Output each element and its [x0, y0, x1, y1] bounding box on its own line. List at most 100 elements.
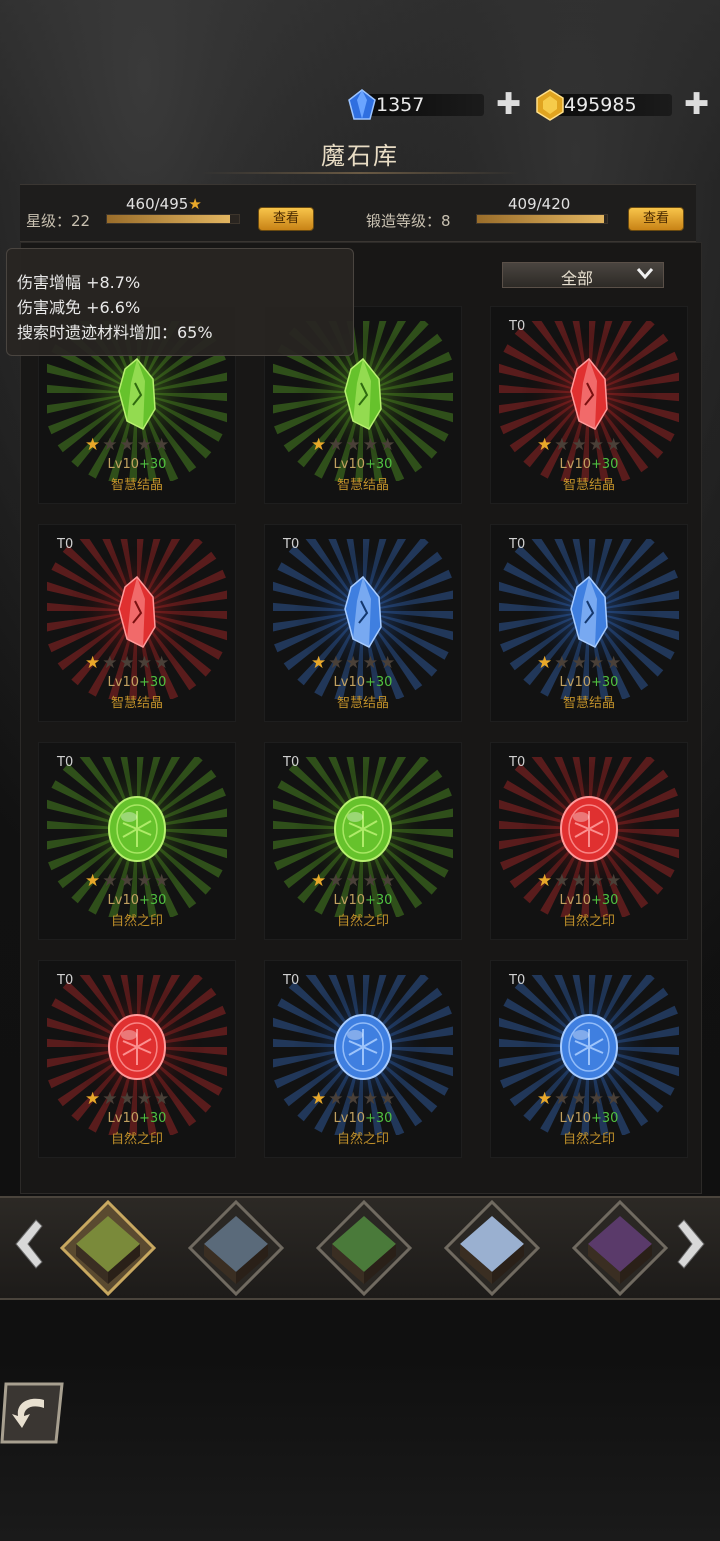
view-star-button[interactable]: 查看 — [258, 207, 314, 231]
item-name: 智慧结晶 — [562, 478, 615, 493]
forest-region-icon[interactable] — [316, 1200, 412, 1296]
star-icon: ★ — [102, 653, 120, 673]
back-arrow-icon[interactable] — [0, 1380, 66, 1446]
tier-label: T0 — [509, 537, 526, 552]
add-diamond-button[interactable]: ✚ — [496, 90, 521, 120]
diamond-currency: 1357 ✚ — [346, 89, 526, 120]
star-icon: ★ — [362, 435, 380, 455]
star-icon: ★ — [380, 871, 398, 891]
star-rating: ★★★★★ — [537, 435, 623, 455]
blue-gem-icon — [348, 89, 376, 120]
star-icon: ★ — [136, 653, 154, 673]
star-icon: ★ — [537, 871, 555, 891]
magic-stone-card[interactable]: T0 ★★★★★ Lv10+30 自然之印 — [490, 742, 688, 940]
filter-selected: 全部 — [561, 269, 594, 288]
magic-stone-card[interactable]: T0 ★★★★★ Lv10+30 智慧结晶 — [490, 524, 688, 722]
magic-stone-card[interactable]: T0 ★★★★★ Lv10+30 自然之印 — [490, 960, 688, 1158]
star-icon: ★ — [102, 1089, 120, 1109]
diamond-count: 1357 — [376, 94, 425, 116]
star-icon: ★ — [328, 435, 346, 455]
star-icon: ★ — [537, 1089, 555, 1109]
star-rating: ★★★★★ — [85, 871, 171, 891]
town-region-icon[interactable] — [188, 1200, 284, 1296]
filter-dropdown[interactable]: 全部 — [502, 262, 664, 288]
item-name: 自然之印 — [110, 1132, 163, 1147]
star-icon: ★ — [571, 653, 589, 673]
tooltip-line: 伤害减免 +6.6% — [17, 298, 141, 317]
magic-stone-card[interactable]: T0 ★★★★★ Lv10+30 自然之印 — [38, 742, 236, 940]
star-icon: ★ — [154, 871, 172, 891]
magic-stone-card[interactable]: T0 ★★★★★ Lv10+30 智慧结晶 — [264, 524, 462, 722]
gold-count: 495985 — [564, 94, 637, 116]
tier-label: T0 — [509, 755, 526, 770]
add-gold-button[interactable]: ✚ — [684, 90, 709, 120]
tier-label: T0 — [509, 973, 526, 988]
magic-stone-card[interactable]: T0 ★★★★★ Lv10+30 自然之印 — [38, 960, 236, 1158]
star-rating: ★★★★★ — [537, 653, 623, 673]
star-icon: ★ — [554, 435, 572, 455]
star-icon: ★ — [571, 871, 589, 891]
magic-stone-card[interactable]: T0 ★★★★★ Lv10+30 智慧结晶 — [38, 524, 236, 722]
attribute-tooltip: 伤害增幅 +8.7% 伤害减免 +6.6% 搜索时遗迹材料增加：65% — [6, 248, 354, 356]
star-rating: ★★★★★ — [311, 435, 397, 455]
magic-stone-card[interactable]: T0 ★★★★★ Lv10+30 自然之印 — [264, 742, 462, 940]
star-icon: ★ — [311, 435, 329, 455]
star-icon: ★ — [588, 435, 606, 455]
star-icon: ★ — [102, 435, 120, 455]
tier-label: T0 — [57, 537, 74, 552]
star-icon: ★ — [537, 435, 555, 455]
star-icon: ★ — [136, 871, 154, 891]
tooltip-line: 搜索时遗迹材料增加：65% — [17, 323, 213, 342]
gold-currency: 495985 ✚ — [534, 89, 714, 121]
item-name: 智慧结晶 — [336, 696, 389, 711]
item-level: Lv10+30 — [333, 1111, 393, 1126]
forge-level-label: 锻造等级：8 — [366, 212, 451, 230]
star-icon: ★ — [606, 435, 624, 455]
star-icon: ★ — [85, 653, 103, 673]
star-icon: ★ — [345, 653, 363, 673]
tier-label: T0 — [57, 973, 74, 988]
star-icon: ★ — [537, 653, 555, 673]
star-icon: ★ — [606, 653, 624, 673]
star-icon: ★ — [588, 871, 606, 891]
star-icon: ★ — [380, 1089, 398, 1109]
star-icon: ★ — [85, 1089, 103, 1109]
item-level: Lv10+30 — [107, 675, 167, 690]
item-name: 智慧结晶 — [110, 478, 163, 493]
dark-region-icon[interactable] — [572, 1200, 668, 1296]
level-stats-bar — [20, 184, 696, 242]
chevron-down-icon — [636, 268, 654, 280]
item-level: Lv10+30 — [559, 1111, 619, 1126]
star-rating: ★★★★★ — [537, 871, 623, 891]
snow-region-icon[interactable] — [444, 1200, 540, 1296]
item-level: Lv10+30 — [333, 893, 393, 908]
swamp-region-icon[interactable] — [60, 1200, 156, 1296]
star-icon: ★ — [328, 653, 346, 673]
star-icon: ★ — [588, 1089, 606, 1109]
star-icon: ★ — [380, 653, 398, 673]
tier-label: T0 — [57, 755, 74, 770]
star-icon: ★ — [362, 653, 380, 673]
view-forge-button[interactable]: 查看 — [628, 207, 684, 231]
star-icon: ★ — [119, 435, 137, 455]
star-icon: ★ — [362, 871, 380, 891]
star-icon: ★ — [136, 435, 154, 455]
star-icon: ★ — [311, 871, 329, 891]
star-icon: ★ — [606, 871, 624, 891]
forge-progress-bar — [476, 214, 608, 224]
chevron-right-icon[interactable] — [676, 1216, 712, 1272]
star-icon: ★ — [119, 1089, 137, 1109]
star-icon: ★ — [154, 653, 172, 673]
star-rating: ★★★★★ — [311, 871, 397, 891]
item-name: 自然之印 — [562, 914, 615, 929]
star-icon: ★ — [345, 435, 363, 455]
item-level: Lv10+30 — [107, 457, 167, 472]
chevron-left-icon[interactable] — [8, 1216, 44, 1272]
item-level: Lv10+30 — [559, 675, 619, 690]
item-level: Lv10+30 — [107, 1111, 167, 1126]
magic-stone-card[interactable]: T0 ★★★★★ Lv10+30 智慧结晶 — [490, 306, 688, 504]
magic-stone-card[interactable]: T0 ★★★★★ Lv10+30 自然之印 — [264, 960, 462, 1158]
star-icon: ★ — [328, 1089, 346, 1109]
item-level: Lv10+30 — [333, 457, 393, 472]
star-icon: ★ — [588, 653, 606, 673]
